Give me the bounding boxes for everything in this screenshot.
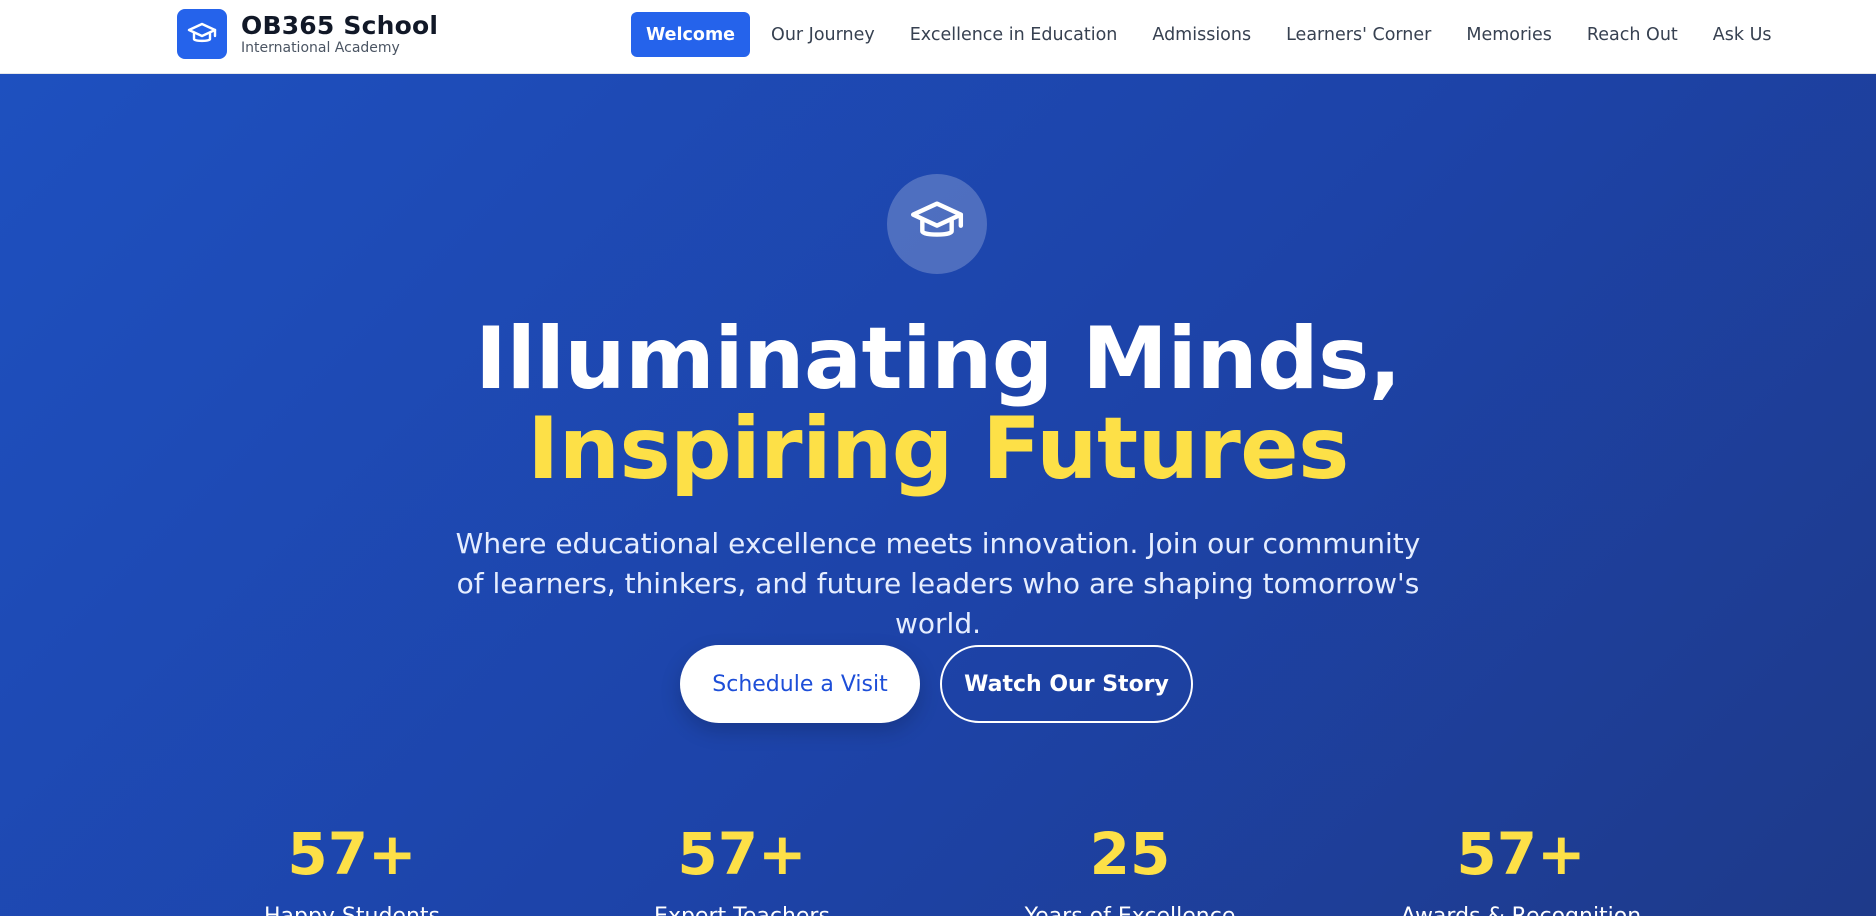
- graduation-cap-icon: [177, 9, 227, 59]
- hero-section: Illuminating Minds, Inspiring Futures Wh…: [0, 74, 1876, 916]
- hero-subtitle: Where educational excellence meets innov…: [455, 527, 1421, 640]
- brand-subtitle: International Academy: [241, 40, 400, 56]
- brand-name: OB365 School: [241, 11, 439, 40]
- stat-awards-recognition: 57+ Awards & Recognition: [1361, 824, 1681, 916]
- stat-value: 57+: [677, 820, 807, 888]
- hero-badge: [887, 174, 987, 274]
- stat-years-of-excellence: 25 Years of Excellence: [970, 824, 1290, 916]
- nav-link-reach-out[interactable]: Reach Out: [1573, 12, 1692, 57]
- nav-link-our-journey[interactable]: Our Journey: [757, 12, 889, 57]
- stat-value: 57+: [287, 820, 417, 888]
- top-navbar: OB365 School International Academy Welco…: [0, 0, 1876, 74]
- watch-story-button[interactable]: Watch Our Story: [940, 645, 1193, 723]
- stat-label: Awards & Recognition: [1361, 904, 1681, 916]
- main-nav: Welcome Our Journey Excellence in Educat…: [631, 12, 1793, 57]
- stat-label: Happy Students: [192, 904, 512, 916]
- stat-label: Expert Teachers: [582, 904, 902, 916]
- stat-label: Years of Excellence: [970, 904, 1290, 916]
- nav-link-learners-corner[interactable]: Learners' Corner: [1272, 12, 1445, 57]
- stat-expert-teachers: 57+ Expert Teachers: [582, 824, 902, 916]
- nav-link-admissions[interactable]: Admissions: [1138, 12, 1265, 57]
- graduation-cap-icon: [909, 200, 965, 248]
- nav-link-welcome[interactable]: Welcome: [631, 12, 751, 57]
- hero-title: Illuminating Minds, Inspiring Futures: [0, 314, 1876, 494]
- brand[interactable]: OB365 School International Academy: [177, 9, 438, 59]
- stat-value: 57+: [1456, 820, 1586, 888]
- stat-happy-students: 57+ Happy Students: [192, 824, 512, 916]
- nav-link-ask-us[interactable]: Ask Us: [1699, 12, 1786, 57]
- stat-value: 25: [1089, 820, 1171, 888]
- brand-text: OB365 School International Academy: [241, 13, 438, 55]
- nav-link-memories[interactable]: Memories: [1452, 12, 1566, 57]
- hero-title-line1: Illuminating Minds,: [474, 309, 1402, 409]
- hero-title-line2: Inspiring Futures: [527, 399, 1349, 499]
- nav-link-excellence-in-education[interactable]: Excellence in Education: [896, 12, 1132, 57]
- schedule-visit-button[interactable]: Schedule a Visit: [680, 645, 920, 723]
